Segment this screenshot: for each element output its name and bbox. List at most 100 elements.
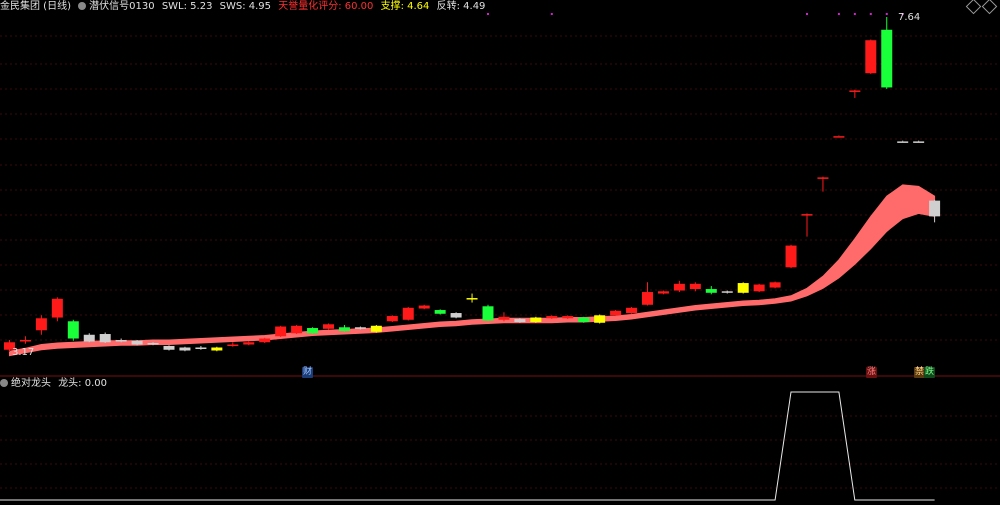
candle-18 <box>291 325 303 335</box>
candle-body <box>291 325 303 334</box>
candle-53 <box>849 89 861 98</box>
candle-body <box>721 291 733 293</box>
candle-body <box>99 334 111 343</box>
candle-56 <box>897 140 909 143</box>
candle-body <box>865 40 877 74</box>
candle-12 <box>195 346 207 350</box>
candle-body <box>610 310 622 316</box>
candle-body <box>434 310 446 314</box>
candle-23 <box>370 325 382 333</box>
candle-2 <box>35 315 47 335</box>
candle-body <box>498 316 510 320</box>
candle-body <box>753 284 765 292</box>
tag-cai[interactable]: 财 <box>302 367 314 378</box>
candle-body <box>19 340 31 342</box>
candle-body <box>881 29 893 88</box>
candle-45 <box>721 290 733 294</box>
candle-28 <box>450 312 462 319</box>
settings-icon[interactable] <box>78 2 87 10</box>
candle-58 <box>929 199 941 223</box>
candle-body <box>115 340 127 342</box>
candle-body <box>689 283 701 290</box>
candle-15 <box>243 341 255 346</box>
candle-body <box>131 340 143 345</box>
candle-42 <box>673 280 685 293</box>
candle-body <box>402 307 414 320</box>
candle-33 <box>530 316 542 323</box>
candle-14 <box>227 342 239 347</box>
candle-body <box>769 282 781 288</box>
candle-26 <box>418 304 430 310</box>
candle-5 <box>83 333 95 343</box>
candle-51 <box>817 176 829 192</box>
signal-dot-6 <box>885 13 888 15</box>
sub-indicator-name[interactable]: 绝对龙头 <box>11 378 51 389</box>
candle-16 <box>259 337 271 344</box>
candle-body <box>354 327 366 329</box>
candle-body <box>785 245 797 268</box>
candle-19 <box>307 327 319 335</box>
candle-13 <box>211 346 223 352</box>
candle-17 <box>275 325 287 338</box>
main-header: 金民集团 (日线) 潜伏信号0130 SWL: 5.23 SWS: 4.95 天… <box>0 0 489 14</box>
candle-10 <box>163 345 175 351</box>
candle-body <box>386 316 398 322</box>
swl-value: SWL: 5.23 <box>161 1 213 12</box>
candle-20 <box>323 323 334 330</box>
support-value: 支撑: 4.64 <box>380 1 430 12</box>
candle-49 <box>785 244 797 269</box>
candlesticks <box>4 17 941 352</box>
candle-body <box>817 177 829 179</box>
candle-40 <box>642 282 653 306</box>
candle-body <box>546 316 558 319</box>
signal-dot-4 <box>837 13 840 15</box>
candle-3 <box>51 297 63 322</box>
candle-1 <box>19 336 31 344</box>
candle-38 <box>610 310 622 317</box>
chart-canvas[interactable] <box>0 0 1000 505</box>
candle-body <box>243 342 255 345</box>
candle-body <box>35 318 47 331</box>
candle-27 <box>434 309 446 315</box>
candle-47 <box>753 283 765 293</box>
sws-value: SWS: 4.95 <box>219 1 272 12</box>
candle-8 <box>131 340 143 346</box>
sub-settings-icon[interactable] <box>0 379 8 387</box>
candle-body <box>466 298 478 300</box>
candle-39 <box>626 307 638 314</box>
ma-band-area <box>9 184 936 357</box>
candle-body <box>482 306 494 321</box>
tag-die[interactable]: 跌 <box>924 367 936 378</box>
candle-body <box>705 289 717 293</box>
indicator-name[interactable]: 潜伏信号0130 <box>89 1 154 12</box>
candle-body <box>673 283 685 291</box>
candle-body <box>626 307 638 314</box>
candle-body <box>211 347 223 351</box>
signal-dot-5 <box>853 13 856 15</box>
tag-zhang[interactable]: 涨 <box>866 367 878 378</box>
sub-header: 绝对龙头 龙头: 0.00 <box>0 377 111 391</box>
reverse-value: 反转: 4.49 <box>436 1 486 12</box>
candle-52 <box>833 135 845 138</box>
sub-indicator-value: 龙头: 0.00 <box>58 378 108 389</box>
candle-body <box>338 327 350 332</box>
candle-body <box>913 141 925 143</box>
candle-body <box>307 328 319 334</box>
candle-36 <box>578 316 590 323</box>
candle-body <box>259 338 271 343</box>
candle-30 <box>482 304 494 322</box>
sub-indicator-line <box>0 391 935 501</box>
candle-body <box>163 346 175 350</box>
candle-body <box>657 291 669 294</box>
candle-body <box>737 283 749 293</box>
candle-25 <box>402 307 414 321</box>
candle-24 <box>386 315 398 323</box>
candle-21 <box>338 325 350 332</box>
candle-50 <box>801 213 813 237</box>
candle-body <box>833 136 845 138</box>
candle-body <box>897 141 909 143</box>
candle-body <box>450 313 462 318</box>
candle-body <box>578 317 590 323</box>
stock-name[interactable]: 金民集团 (日线) <box>0 1 71 12</box>
candle-body <box>514 319 526 323</box>
